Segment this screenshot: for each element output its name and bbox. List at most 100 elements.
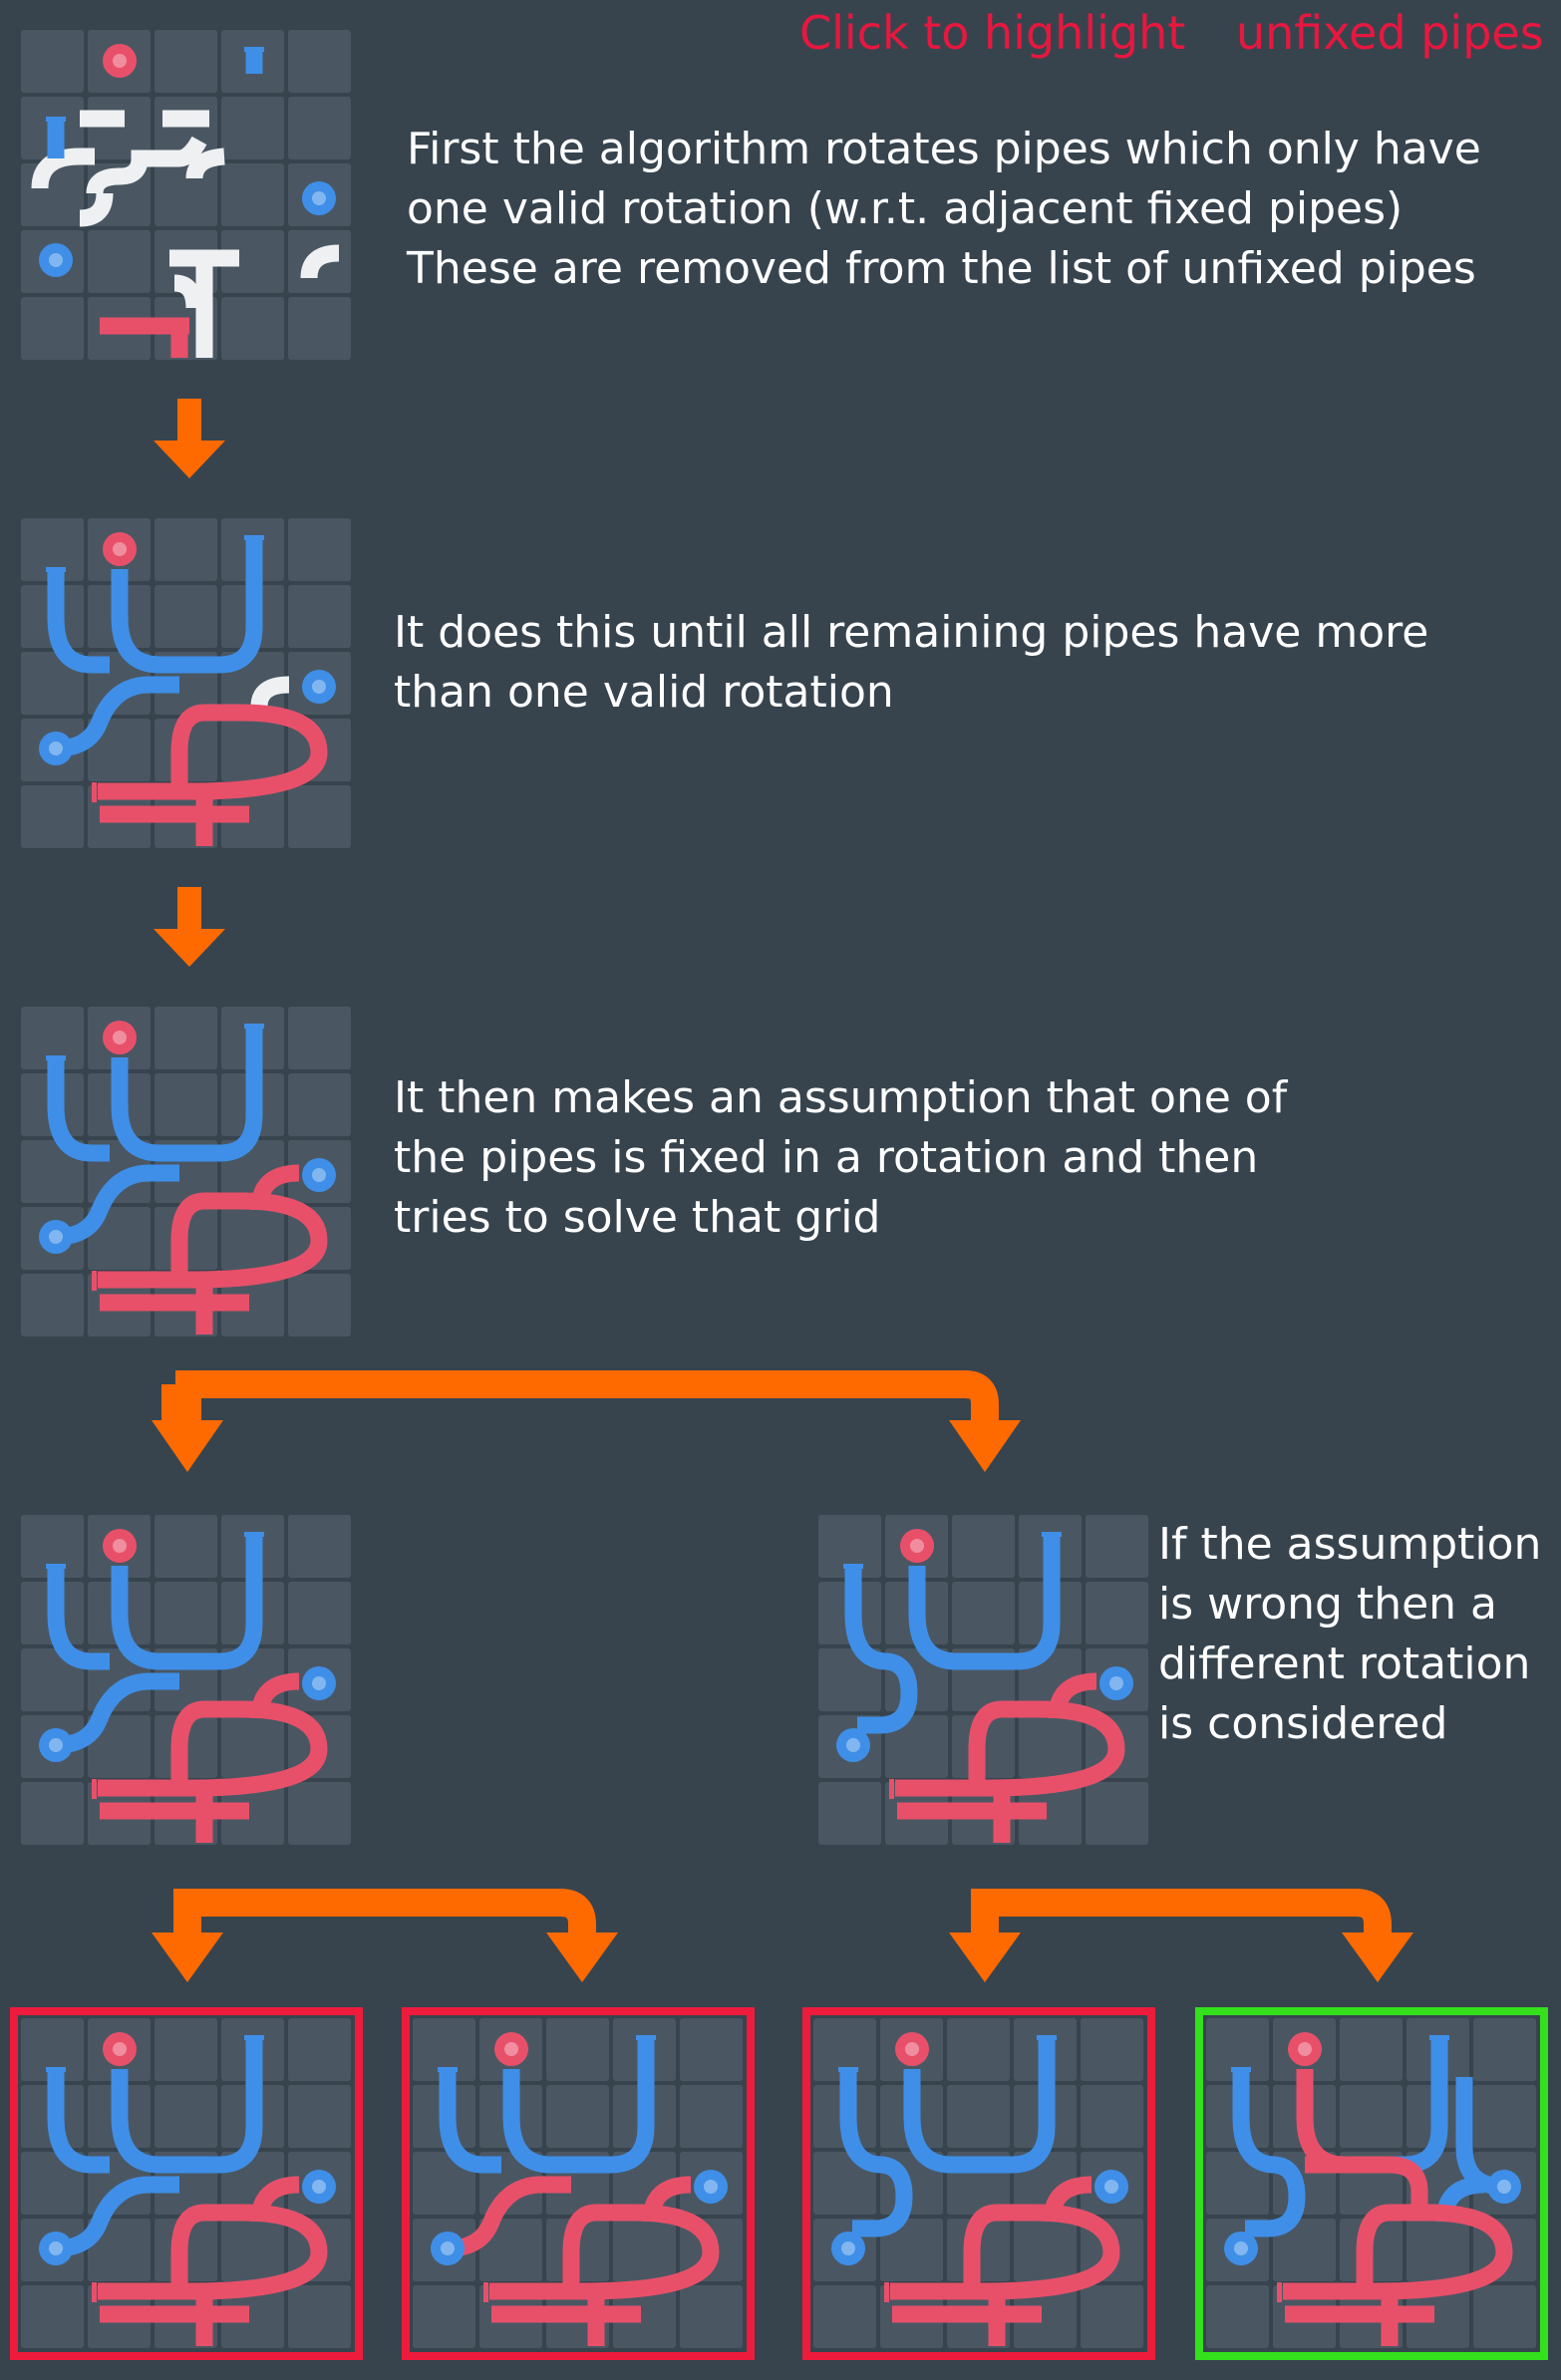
- pipe-grid-leaf-3[interactable]: [812, 2017, 1145, 2350]
- grid-tile: [221, 2219, 284, 2281]
- grid-tile: [288, 1274, 351, 1337]
- grid-tile: [155, 1582, 217, 1644]
- red-tap-bottom-icon: [889, 1779, 894, 1799]
- step-1-description: First the algorithm rotates pipes which …: [407, 120, 1481, 299]
- grid-tile: [680, 2085, 743, 2148]
- step-1-line-3: These are removed from the list of unfix…: [407, 243, 1476, 294]
- step-4-line-3: different rotation: [1158, 1638, 1531, 1689]
- step-3-line-2: the pipes is fixed in a rotation and the…: [394, 1132, 1259, 1183]
- red-tap-bottom-icon: [884, 2282, 889, 2302]
- grid-tile: [155, 518, 217, 581]
- grid-tile: [288, 2085, 351, 2148]
- red-tap-bottom-icon: [92, 1779, 97, 1799]
- blue-tap-top-left-icon: [46, 1564, 66, 1569]
- blue-tap-top-left-icon: [438, 2067, 458, 2072]
- grid-tile: [952, 1582, 1015, 1644]
- red-source-top-icon-core: [1298, 2042, 1312, 2056]
- blue-source-left-icon-core: [841, 2241, 855, 2255]
- grid-tile: [546, 2018, 609, 2081]
- grid-tile: [680, 2018, 743, 2081]
- red-source-top-icon-core: [113, 54, 127, 68]
- grid-tile: [288, 30, 351, 93]
- grid-tile: [155, 2018, 217, 2081]
- grid-tile: [21, 30, 84, 93]
- blue-tap-top-icon: [244, 1532, 264, 1537]
- unfixed-pipes-toggle[interactable]: unfixed pipes: [1236, 6, 1544, 60]
- grid-tile: [1340, 2085, 1403, 2148]
- blue-source-left-icon-core: [49, 2241, 63, 2255]
- grid-tile: [1406, 2219, 1469, 2281]
- pipe-grid-leaf-1[interactable]: [20, 2017, 353, 2350]
- pipe-grid-branch-b[interactable]: [817, 1514, 1150, 1847]
- step-1-line-1: First the algorithm rotates pipes which …: [407, 124, 1481, 174]
- grid-tile: [1019, 1715, 1082, 1778]
- grid-tile: [221, 719, 284, 781]
- pipe-grid-assumption[interactable]: [20, 1006, 353, 1339]
- grid-tile: [1086, 1782, 1148, 1845]
- red-tap-bottom-icon: [92, 782, 97, 802]
- step-2-line-2: than one valid rotation: [394, 667, 894, 718]
- red-source-top-icon-core: [113, 1539, 127, 1553]
- grid-tile: [288, 785, 351, 848]
- grid-tile: [1340, 2018, 1403, 2081]
- blue-source-left-icon-core: [49, 253, 63, 267]
- branch-arrow-main-icon: [152, 1370, 1021, 1472]
- grid-tile: [88, 230, 151, 293]
- step-4-description: If the assumption is wrong then a differ…: [1158, 1515, 1541, 1754]
- red-source-top-icon-core: [113, 2042, 127, 2056]
- step-4-line-4: is considered: [1158, 1698, 1448, 1749]
- blue-tap-top-left-icon: [838, 2067, 858, 2072]
- blue-source-left-icon-core: [49, 742, 63, 755]
- grid-tile: [288, 2285, 351, 2348]
- grid-tile: [288, 1515, 351, 1578]
- highlight-toggle-label[interactable]: Click to highlight: [799, 6, 1185, 60]
- blue-source-left-icon-core: [1234, 2241, 1248, 2255]
- pipe-grid-leaf-4[interactable]: [1205, 2017, 1538, 2350]
- grid-tile: [221, 163, 284, 226]
- grid-tile: [288, 1782, 351, 1845]
- grid-tile: [1473, 2018, 1536, 2081]
- grid-tile: [155, 163, 217, 226]
- red-source-top-icon-core: [504, 2042, 518, 2056]
- blue-tap-top-left-icon: [46, 1055, 66, 1060]
- grid-tile: [288, 1582, 351, 1644]
- grid-tile: [21, 2285, 84, 2348]
- blue-source-right-icon-core: [1109, 1676, 1123, 1690]
- blue-tap-top-icon: [636, 2035, 656, 2040]
- pipe-grid-branch-a[interactable]: [20, 1514, 353, 1847]
- blue-source-left-icon-core: [846, 1738, 860, 1752]
- red-tap-bottom-icon: [92, 2282, 97, 2302]
- step-2-line-1: It does this until all remaining pipes h…: [394, 607, 1429, 658]
- blue-source-right-icon-core: [312, 191, 326, 205]
- blue-tap-top-icon: [244, 1024, 264, 1029]
- grid-tile: [155, 2085, 217, 2148]
- step-4-line-1: If the assumption: [1158, 1519, 1542, 1570]
- grid-tile: [288, 585, 351, 648]
- grid-tile: [288, 1073, 351, 1136]
- red-tap-bottom-icon: [1277, 2282, 1282, 2302]
- grid-tile: [952, 1515, 1015, 1578]
- grid-tile: [1081, 2018, 1143, 2081]
- grid-tile: [155, 1515, 217, 1578]
- grid-tile: [21, 297, 84, 360]
- blue-tap-top-icon: [1037, 2035, 1057, 2040]
- grid-tile: [413, 2285, 475, 2348]
- grid-tile: [288, 97, 351, 159]
- step-3-line-1: It then makes an assumption that one of: [394, 1072, 1288, 1123]
- grid-tile: [813, 2285, 876, 2348]
- grid-tile: [155, 1007, 217, 1069]
- pipe-grid-propagated[interactable]: [20, 517, 353, 850]
- red-source-top-icon-core: [113, 542, 127, 556]
- pipe-grid-initial[interactable]: [20, 29, 353, 362]
- grid-tile: [288, 297, 351, 360]
- grid-tile: [221, 97, 284, 159]
- blue-source-right-icon-core: [1497, 2180, 1511, 2194]
- grid-tile: [680, 2285, 743, 2348]
- pipe-grid-leaf-2[interactable]: [412, 2017, 745, 2350]
- branch-arrow-right-icon: [949, 1889, 1413, 1982]
- step-3-description: It then makes an assumption that one of …: [394, 1068, 1287, 1248]
- blue-source-right-icon-core: [1104, 2180, 1118, 2194]
- blue-tap-top-icon: [1042, 1532, 1062, 1537]
- grid-tile: [155, 585, 217, 648]
- grid-tile: [1086, 1515, 1148, 1578]
